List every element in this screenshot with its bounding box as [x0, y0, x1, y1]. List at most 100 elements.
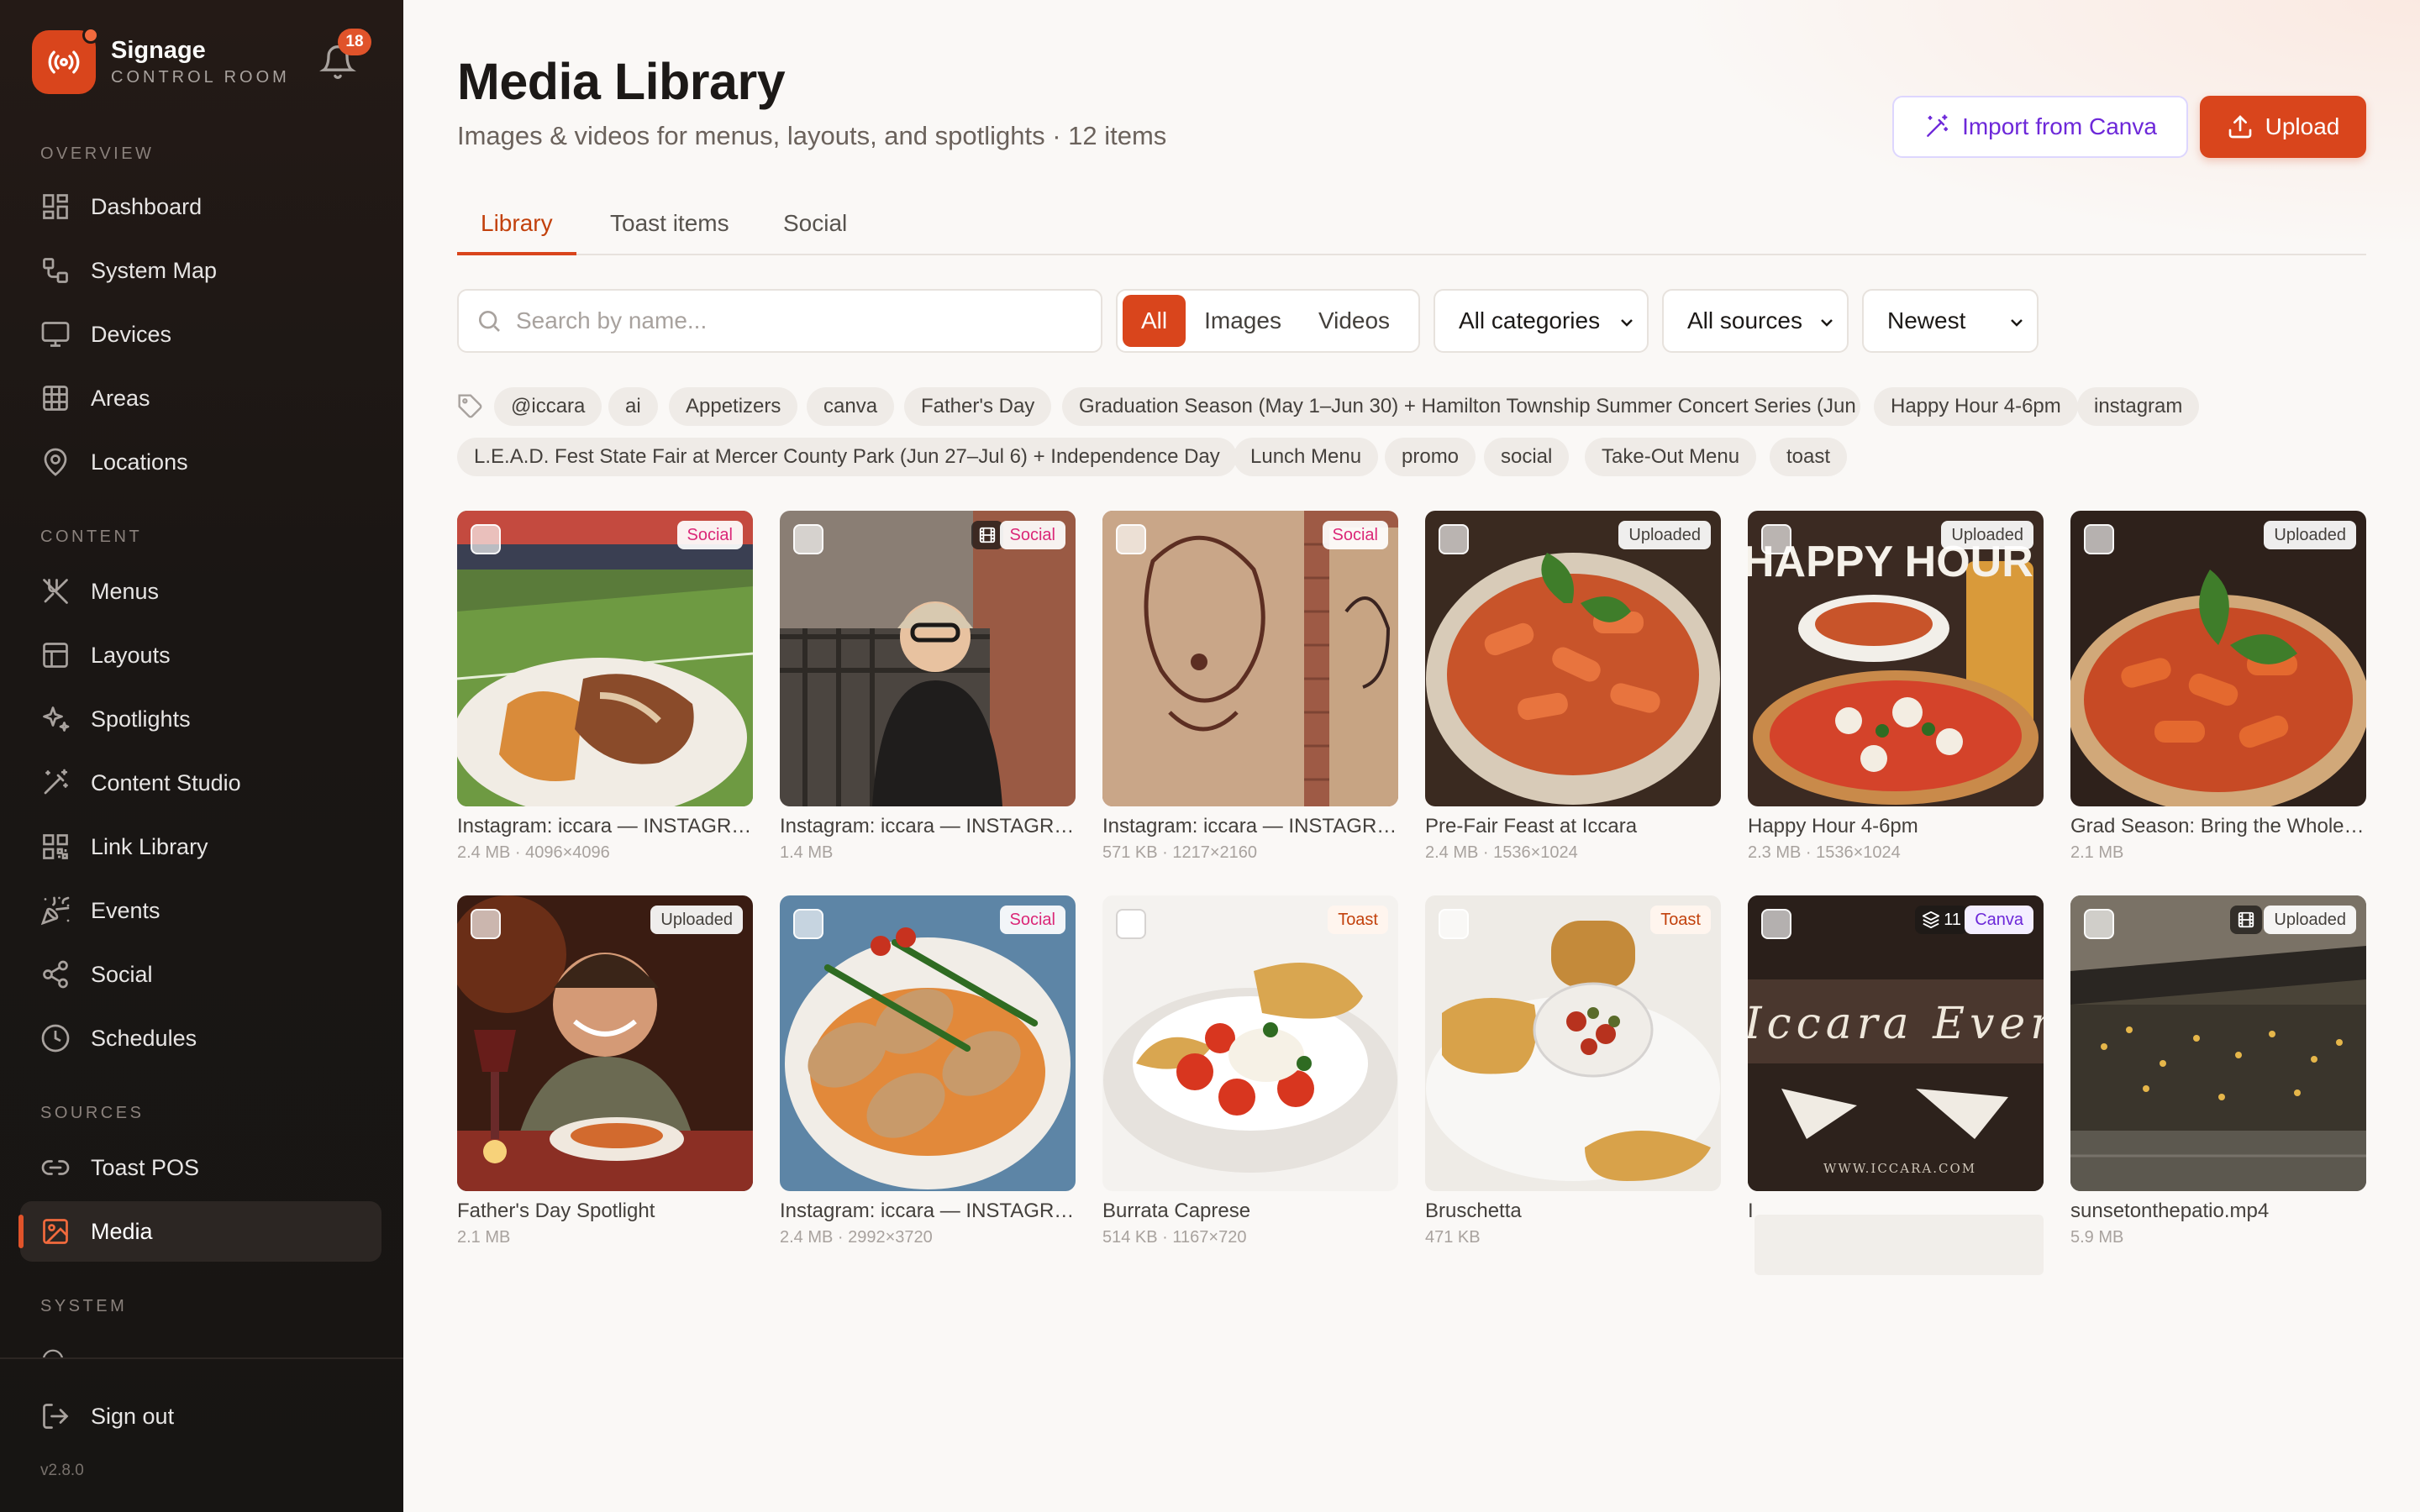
- select-checkbox[interactable]: [2084, 524, 2114, 554]
- video-indicator: [2230, 906, 2262, 934]
- tab-social[interactable]: Social: [783, 210, 847, 255]
- media-card[interactable]: Uploaded Pre-Fair Feast at Iccara 2.4 MB…: [1425, 511, 1721, 863]
- filter-images[interactable]: Images: [1186, 295, 1300, 347]
- tag-chip[interactable]: Father's Day: [904, 387, 1052, 426]
- page-count-value: 11: [1944, 910, 1961, 929]
- source-select[interactable]: All sources: [1662, 289, 1849, 353]
- wand-icon: [1927, 114, 1949, 137]
- select-checkbox[interactable]: [1761, 909, 1791, 939]
- notification-badge: 18: [338, 29, 371, 55]
- filter-all[interactable]: All: [1123, 295, 1186, 347]
- sidebar-item-partial[interactable]: [40, 1344, 360, 1357]
- tag-chip[interactable]: toast: [1770, 438, 1848, 476]
- media-name: Instagram: iccara — INSTAGRAM: [457, 815, 753, 837]
- tag-chip[interactable]: canva: [807, 387, 895, 426]
- media-card[interactable]: Social Instagram: iccara — INSTAGRAM 1.4…: [780, 511, 1076, 863]
- tag-chip[interactable]: @iccara: [494, 387, 602, 426]
- select-checkbox[interactable]: [471, 524, 501, 554]
- tag-chip[interactable]: Graduation Season (May 1–Jun 30) + Hamil…: [1062, 387, 1860, 426]
- media-thumbnail[interactable]: Social: [457, 511, 753, 806]
- select-checkbox[interactable]: [1116, 524, 1146, 554]
- media-thumbnail[interactable]: Social: [1102, 511, 1398, 806]
- sidebar-item-locations[interactable]: Locations: [20, 432, 381, 492]
- tag-chip[interactable]: instagram: [2077, 387, 2200, 426]
- sidebar-item-toast-pos[interactable]: Toast POS: [20, 1137, 381, 1198]
- media-card[interactable]: Uploaded Father's Day Spotlight 2.1 MB: [457, 895, 753, 1247]
- sidebar-item-social[interactable]: Social: [20, 944, 381, 1005]
- media-card[interactable]: Social Instagram: iccara — INSTAGRAM 2.4…: [780, 895, 1076, 1247]
- media-thumbnail[interactable]: Social: [780, 511, 1076, 806]
- media-thumbnail[interactable]: Toast: [1102, 895, 1398, 1191]
- film-icon: [2238, 911, 2254, 928]
- sidebar-item-spotlights[interactable]: Spotlights: [20, 689, 381, 749]
- select-checkbox[interactable]: [471, 909, 501, 939]
- sign-out-button[interactable]: Sign out: [20, 1386, 381, 1446]
- media-thumbnail[interactable]: Uploaded: [2070, 511, 2366, 806]
- select-checkbox[interactable]: [793, 909, 823, 939]
- source-badge: Canva: [1965, 906, 2033, 934]
- log-out-icon: [43, 1404, 69, 1429]
- sidebar-item-content-studio[interactable]: Content Studio: [20, 753, 381, 813]
- page-count: 11: [1915, 906, 1968, 934]
- brand[interactable]: Signage CONTROL ROOM: [32, 27, 290, 94]
- media-card[interactable]: Toast Burrata Caprese 514 KB · 1167×720: [1102, 895, 1398, 1247]
- tag-chip[interactable]: Happy Hour 4-6pm: [1874, 387, 2078, 426]
- tag-chip[interactable]: Lunch Menu: [1234, 438, 1379, 476]
- search-icon: [479, 311, 500, 332]
- tag-chip[interactable]: social: [1484, 438, 1570, 476]
- media-meta: 571 KB · 1217×2160: [1102, 843, 1258, 862]
- select-checkbox[interactable]: [1116, 909, 1146, 939]
- tag-chip[interactable]: Appetizers: [669, 387, 798, 426]
- tag-chip[interactable]: L.E.A.D. Fest State Fair at Mercer Count…: [457, 438, 1237, 476]
- media-card[interactable]: HAPPY HOUR 4-6PM Uploaded Happy Hour 4-6…: [1748, 511, 2044, 863]
- sidebar-item-schedules[interactable]: Schedules: [20, 1008, 381, 1068]
- media-card[interactable]: Uploaded sunsetonthepatio.mp4 5.9 MB: [2070, 895, 2366, 1247]
- sidebar-item-label: Content Studio: [91, 769, 241, 795]
- search-input[interactable]: [516, 307, 1087, 334]
- select-checkbox[interactable]: [1439, 524, 1469, 554]
- sidebar-item-link-library[interactable]: Link Library: [20, 816, 381, 877]
- import-from-canva-button[interactable]: Import from Canva: [1892, 96, 2188, 158]
- select-checkbox[interactable]: [793, 524, 823, 554]
- sidebar-item-label: Media: [91, 1218, 153, 1244]
- media-card[interactable]: Uploaded Grad Season: Bring the Whole ..…: [2070, 511, 2366, 863]
- upload-button[interactable]: Upload: [2200, 96, 2366, 158]
- media-meta: 2.4 MB · 4096×4096: [457, 843, 610, 862]
- tab-toast-items[interactable]: Toast items: [610, 210, 729, 255]
- media-thumbnail[interactable]: Uploaded: [2070, 895, 2366, 1191]
- media-thumbnail[interactable]: Uploaded: [1425, 511, 1721, 806]
- select-checkbox[interactable]: [2084, 909, 2114, 939]
- media-thumbnail[interactable]: Social: [780, 895, 1076, 1191]
- media-card[interactable]: Toast Bruschetta 471 KB: [1425, 895, 1721, 1247]
- tag-chip[interactable]: ai: [608, 387, 658, 426]
- sidebar-item-layouts[interactable]: Layouts: [20, 625, 381, 685]
- sidebar-item-system-map[interactable]: System Map: [20, 240, 381, 301]
- source-badge: Social: [1322, 521, 1388, 549]
- select-checkbox[interactable]: [1439, 909, 1469, 939]
- media-thumbnail[interactable]: Toast: [1425, 895, 1721, 1191]
- tab-bar: Library Toast items Social: [457, 202, 2366, 255]
- media-thumbnail[interactable]: HAPPY HOUR 4-6PM Uploaded: [1748, 511, 2044, 806]
- select-checkbox[interactable]: [1761, 524, 1791, 554]
- broadcast-icon: [32, 27, 99, 94]
- sidebar-item-media[interactable]: Media: [18, 1201, 381, 1262]
- sidebar-item-devices[interactable]: Devices: [20, 304, 381, 365]
- media-card[interactable]: Social Instagram: iccara — INSTAGRAM 571…: [1102, 511, 1398, 863]
- category-select[interactable]: All categories: [1434, 289, 1649, 353]
- filter-videos[interactable]: Videos: [1300, 295, 1408, 347]
- sidebar-item-menus[interactable]: Menus: [20, 561, 381, 622]
- source-badge: Uploaded: [1618, 521, 1711, 549]
- media-card[interactable]: Iccara EventsWWW.ICCARA.COM 11 Canva I: [1748, 895, 2044, 1275]
- sidebar-item-events[interactable]: Events: [20, 880, 381, 941]
- brand-subtitle: CONTROL ROOM: [111, 68, 290, 87]
- tag-chip[interactable]: Take-Out Menu: [1585, 438, 1757, 476]
- media-card[interactable]: Social Instagram: iccara — INSTAGRAM 2.4…: [457, 511, 753, 863]
- sidebar-item-areas[interactable]: Areas: [20, 368, 381, 428]
- tag-chip[interactable]: promo: [1385, 438, 1476, 476]
- tab-library[interactable]: Library: [457, 210, 576, 255]
- sort-select[interactable]: Newest: [1862, 289, 2039, 353]
- media-thumbnail[interactable]: Iccara Events WWW.ICCARA.COM 11 Canva: [1748, 895, 2044, 1191]
- sidebar-item-dashboard[interactable]: Dashboard: [20, 176, 381, 237]
- layers-icon: [1923, 911, 1940, 929]
- media-thumbnail[interactable]: Uploaded: [457, 895, 753, 1191]
